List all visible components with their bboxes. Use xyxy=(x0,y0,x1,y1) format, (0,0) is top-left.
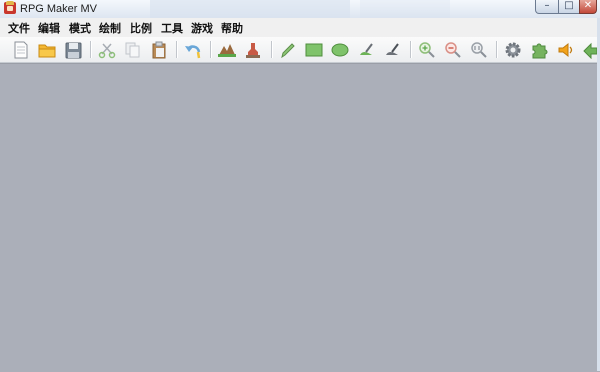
speaker-icon xyxy=(558,42,573,58)
zoom-out-icon xyxy=(445,42,461,58)
minimize-button[interactable]: – xyxy=(535,0,559,14)
toolbar-separator xyxy=(210,41,212,58)
ellipse-tool-button[interactable] xyxy=(330,40,350,60)
app-logo-icon xyxy=(4,1,16,14)
rectangle-tool-button[interactable] xyxy=(304,40,324,60)
menu-bar: 文件 编辑 模式 绘制 比例 工具 游戏 帮助 xyxy=(0,18,600,37)
toolbar-separator xyxy=(496,41,498,58)
floppy-icon xyxy=(65,42,81,58)
sound-test-button[interactable] xyxy=(556,40,576,60)
cut-button[interactable] xyxy=(97,40,117,60)
close-button[interactable]: ✕ xyxy=(579,0,597,14)
fill-icon xyxy=(360,43,373,55)
toolbar-separator xyxy=(90,41,92,58)
ellipse-icon xyxy=(331,43,349,57)
stamp-icon xyxy=(246,43,260,58)
shadow-pen-icon xyxy=(386,43,399,55)
map-mode-button[interactable] xyxy=(217,40,237,60)
open-project-button[interactable] xyxy=(37,40,57,60)
rectangle-icon xyxy=(305,43,323,57)
title-bar-glass xyxy=(360,0,450,18)
menu-edit[interactable]: 编辑 xyxy=(38,20,60,36)
zoom-in-icon xyxy=(419,42,435,58)
mountain-icon xyxy=(218,44,236,57)
event-mode-button[interactable] xyxy=(243,40,263,60)
database-button[interactable] xyxy=(503,40,523,60)
window-title: RPG Maker MV xyxy=(20,3,98,15)
save-project-button[interactable] xyxy=(63,40,83,60)
app-logo-face xyxy=(7,6,13,11)
clipboard-icon xyxy=(152,41,166,59)
menu-game[interactable]: 游戏 xyxy=(191,20,213,36)
undo-button[interactable] xyxy=(183,40,203,60)
maximize-button[interactable]: □ xyxy=(558,0,580,14)
menu-help[interactable]: 帮助 xyxy=(221,20,243,36)
toolbar-separator xyxy=(271,41,273,58)
toolbar xyxy=(0,37,600,63)
puzzle-icon xyxy=(532,43,548,59)
menu-scale[interactable]: 比例 xyxy=(130,20,152,36)
title-bar[interactable]: RPG Maker MV – □ ✕ xyxy=(0,0,600,18)
title-bar-glass xyxy=(150,0,350,18)
copy-icon xyxy=(125,42,140,58)
plugin-manager-button[interactable] xyxy=(530,40,550,60)
zoom-1to1-icon xyxy=(471,42,487,58)
menu-tools[interactable]: 工具 xyxy=(161,20,183,36)
scissors-icon xyxy=(98,43,116,59)
menu-file[interactable]: 文件 xyxy=(8,20,30,36)
folder-icon xyxy=(38,44,56,58)
toolbar-separator xyxy=(176,41,178,58)
menu-mode[interactable]: 模式 xyxy=(69,20,91,36)
toolbar-separator xyxy=(410,41,412,58)
map-editor-area[interactable] xyxy=(0,63,600,372)
gear-icon xyxy=(505,42,521,58)
paste-button[interactable] xyxy=(149,40,169,60)
zoom-out-button[interactable] xyxy=(443,40,463,60)
shadow-pen-tool-button[interactable] xyxy=(382,40,402,60)
pencil-icon xyxy=(281,43,295,59)
new-project-button[interactable] xyxy=(11,40,31,60)
fill-tool-button[interactable] xyxy=(356,40,376,60)
undo-arrow-icon xyxy=(185,45,201,59)
zoom-in-button[interactable] xyxy=(417,40,437,60)
app-logo-cap xyxy=(6,1,14,5)
copy-button[interactable] xyxy=(123,40,143,60)
document-icon xyxy=(14,41,28,59)
pencil-tool-button[interactable] xyxy=(278,40,298,60)
menu-draw[interactable]: 绘制 xyxy=(99,20,121,36)
zoom-actual-button[interactable] xyxy=(469,40,489,60)
